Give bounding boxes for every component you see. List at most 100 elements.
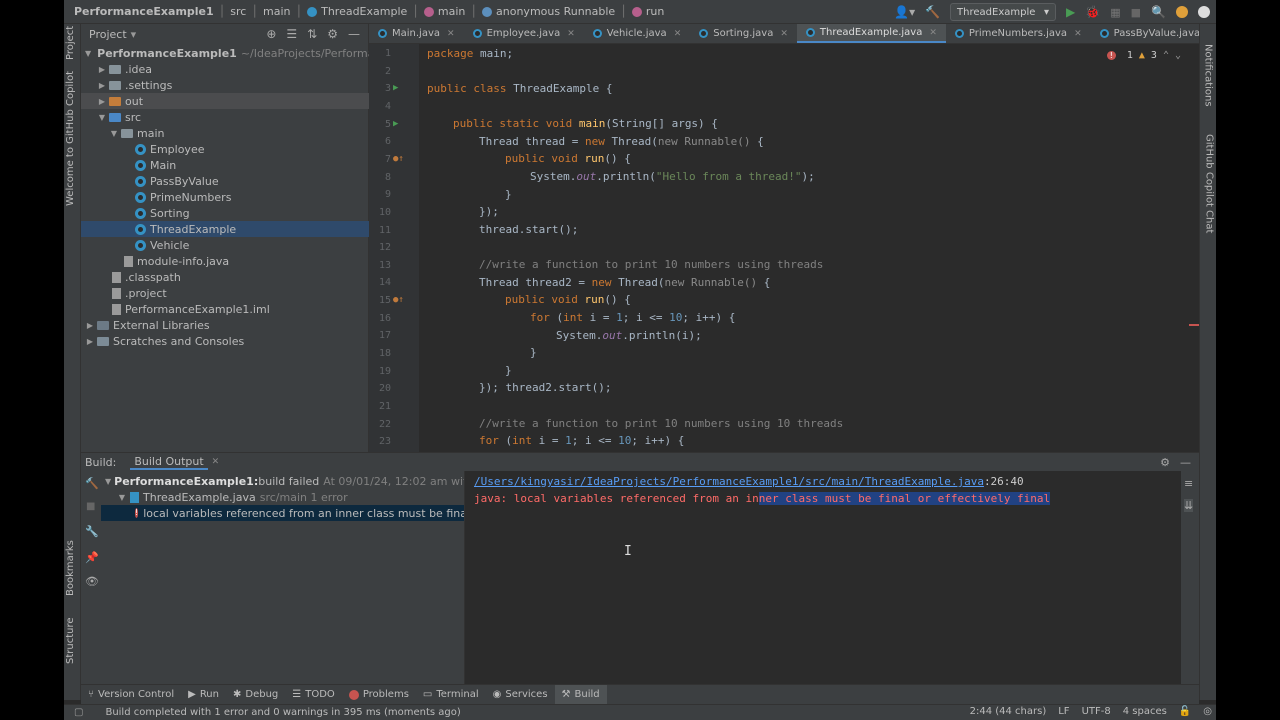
debug-icon[interactable]: 🐞 xyxy=(1085,5,1100,19)
line-number[interactable]: 8 xyxy=(369,172,391,183)
chevron-down-icon[interactable]: ⌄ xyxy=(1175,50,1181,61)
tree-item-idea[interactable]: ▶ .idea xyxy=(81,61,369,77)
line-number[interactable]: 7 xyxy=(369,154,391,165)
gear-icon[interactable]: ⚙ xyxy=(1160,456,1170,469)
lock-icon[interactable]: 🔓 xyxy=(1179,706,1191,717)
status-message[interactable]: Build completed with 1 error and 0 warni… xyxy=(105,707,460,718)
build-output-console[interactable]: /Users/kingyasir/IdeaProjects/Performanc… xyxy=(465,471,1171,685)
run-gutter-icon[interactable]: ▶ xyxy=(393,83,398,93)
tree-item-passbyvalue[interactable]: PassByValue xyxy=(81,173,369,189)
override-gutter-icon[interactable]: ●↑ xyxy=(393,154,404,164)
pin-icon[interactable]: 📌 xyxy=(85,551,99,564)
tool-services[interactable]: ◉ Services xyxy=(486,685,555,705)
hide-icon[interactable]: — xyxy=(348,27,360,41)
line-number[interactable]: 4 xyxy=(369,101,391,112)
tree-item-employee[interactable]: Employee xyxy=(81,141,369,157)
tree-item-out[interactable]: ▶ out xyxy=(81,93,369,109)
line-separator[interactable]: LF xyxy=(1058,706,1069,717)
line-number[interactable]: 9 xyxy=(369,189,391,200)
tree-item-threadexample[interactable]: ThreadExample xyxy=(81,221,369,237)
tree-item-sorting[interactable]: Sorting xyxy=(81,205,369,221)
tree-item-primenumbers[interactable]: PrimeNumbers xyxy=(81,189,369,205)
copilot-welcome-tool-tab[interactable]: Welcome to GitHub Copilot xyxy=(65,71,76,206)
project-tool-tab[interactable]: Project xyxy=(65,26,76,60)
wrench-icon[interactable]: 🔧 xyxy=(85,525,99,538)
tree-item-scratches[interactable]: ▶ Scratches and Consoles xyxy=(81,333,369,349)
tree-item-project-file[interactable]: .project xyxy=(81,285,369,301)
line-number[interactable]: 13 xyxy=(369,260,391,271)
breadcrumb-class[interactable]: ThreadExample xyxy=(321,5,407,18)
toggle-tool-windows-icon[interactable]: ▢ xyxy=(74,707,83,718)
structure-tool-tab[interactable]: Structure xyxy=(65,617,76,664)
user-icon[interactable]: 👤▾ xyxy=(894,5,915,19)
line-number[interactable]: 3 xyxy=(369,83,391,94)
tool-version-control[interactable]: ⑂ Version Control xyxy=(81,685,181,705)
collapse-all-icon[interactable]: ☰ xyxy=(286,27,297,41)
breadcrumb-main[interactable]: main xyxy=(263,5,290,18)
line-number[interactable]: 16 xyxy=(369,313,391,324)
tab-main-java[interactable]: Main.java ✕ xyxy=(369,24,464,43)
override-gutter-icon[interactable]: ●↑ xyxy=(393,295,404,305)
line-number[interactable]: 19 xyxy=(369,366,391,377)
tool-build[interactable]: ⚒ Build xyxy=(554,684,607,705)
line-number[interactable]: 5 xyxy=(369,119,391,130)
copilot-status-icon[interactable]: ◎ xyxy=(1203,706,1212,717)
caret-position[interactable]: 2:44 (44 chars) xyxy=(970,706,1047,717)
tree-item-src[interactable]: ▼ src xyxy=(81,109,369,125)
tab-sorting-java[interactable]: Sorting.java ✕ xyxy=(690,24,797,43)
tab-threadexample-java[interactable]: ThreadExample.java ✕ xyxy=(796,24,946,43)
scroll-to-end-icon[interactable]: ⇊ xyxy=(1184,499,1194,512)
stop-icon[interactable]: ■ xyxy=(1131,6,1141,19)
breadcrumb-src[interactable]: src xyxy=(230,5,246,18)
locate-icon[interactable]: ⊕ xyxy=(266,27,276,41)
code-editor[interactable]: 1 2 3 4 5 6 7 8 9 10 11 12 13 14 15 16 17 18 19 20 21 22 23 ▶ … xyxy=(369,44,1189,452)
coverage-icon[interactable]: ▦ xyxy=(1110,6,1120,19)
copilot-chat-tool-tab[interactable]: GitHub Copilot Chat xyxy=(1203,134,1214,233)
notifications-tool-tab[interactable]: Notifications xyxy=(1203,44,1214,107)
line-number[interactable]: 6 xyxy=(369,136,391,147)
line-number[interactable]: 12 xyxy=(369,242,391,253)
line-number[interactable]: 23 xyxy=(369,436,391,447)
breadcrumb-method[interactable]: main xyxy=(438,5,465,18)
file-encoding[interactable]: UTF-8 xyxy=(1082,706,1111,717)
update-icon[interactable] xyxy=(1176,6,1188,18)
tool-debug[interactable]: ✱ Debug xyxy=(226,685,285,705)
line-number[interactable]: 2 xyxy=(369,66,391,77)
tab-build-output[interactable]: Build Output xyxy=(130,455,208,470)
tree-item-main[interactable]: ▼ main xyxy=(81,125,369,141)
eye-icon[interactable]: 👁 xyxy=(85,575,99,588)
hide-icon[interactable]: — xyxy=(1180,456,1191,469)
tree-item-vehicle[interactable]: Vehicle xyxy=(81,237,369,253)
breadcrumb-anonymous[interactable]: anonymous Runnable xyxy=(496,5,615,18)
hammer-icon[interactable]: 🔨 xyxy=(925,5,940,19)
close-icon[interactable]: ✕ xyxy=(567,29,575,39)
tree-item-classpath[interactable]: .classpath xyxy=(81,269,369,285)
line-number[interactable]: 20 xyxy=(369,383,391,394)
breadcrumb-project[interactable]: PerformanceExample1 xyxy=(74,5,214,18)
breadcrumb-run[interactable]: run xyxy=(646,5,664,18)
tab-passbyvalue-java[interactable]: PassByValue.java✕ xyxy=(1091,24,1216,43)
tool-run[interactable]: ▶ Run xyxy=(181,685,226,705)
close-icon[interactable]: ✕ xyxy=(1074,29,1082,39)
bookmarks-tool-tab[interactable]: Bookmarks xyxy=(65,540,76,596)
copilot-icon[interactable] xyxy=(1198,6,1210,18)
tree-item-settings[interactable]: ▶ .settings xyxy=(81,77,369,93)
line-number[interactable]: 1 xyxy=(369,48,391,59)
tab-employee-java[interactable]: Employee.java ✕ xyxy=(464,24,584,43)
tool-todo[interactable]: ☰ TODO xyxy=(285,685,342,705)
line-number[interactable]: 10 xyxy=(369,207,391,218)
gear-icon[interactable]: ⚙ xyxy=(327,27,338,41)
line-number[interactable]: 18 xyxy=(369,348,391,359)
tree-item-main-class[interactable]: Main xyxy=(81,157,369,173)
tree-item-external-libraries[interactable]: ▶ External Libraries xyxy=(81,317,369,333)
tree-item-iml[interactable]: PerformanceExample1.iml xyxy=(81,301,369,317)
stop-icon[interactable]: ■ xyxy=(86,501,95,512)
search-icon[interactable]: 🔍 xyxy=(1151,5,1166,19)
project-view-selector[interactable]: Project xyxy=(89,28,127,41)
run-config-selector[interactable]: ThreadExample ▾ xyxy=(950,3,1057,21)
close-icon[interactable]: ✕ xyxy=(212,457,220,467)
line-number[interactable]: 22 xyxy=(369,419,391,430)
close-icon[interactable]: ✕ xyxy=(780,29,788,39)
inspection-widget[interactable]: ! 1 ▲ 3 ⌃ ⌄ xyxy=(1106,50,1181,61)
build-file-row[interactable]: ▼ ThreadExample.java src/main 1 error xyxy=(101,489,464,505)
